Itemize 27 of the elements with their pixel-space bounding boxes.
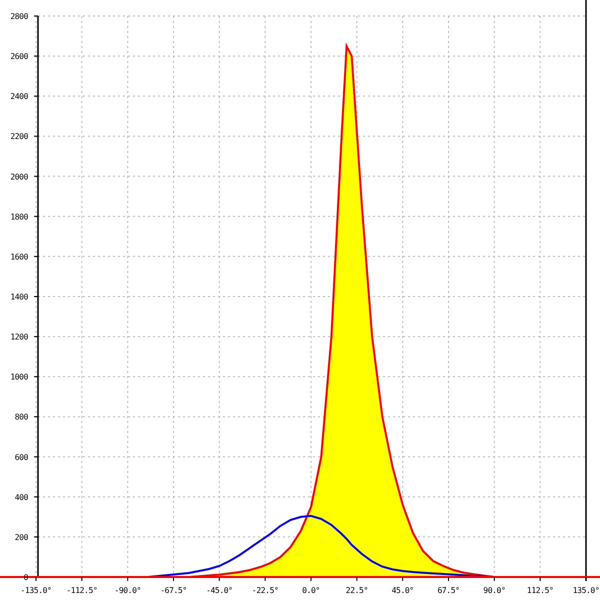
tick-label: 200 <box>14 532 28 542</box>
tick-label: 2800 <box>10 12 28 21</box>
tick-label: 1400 <box>10 292 28 302</box>
tick-label: 112.5° <box>526 586 554 595</box>
tick-label: 2000 <box>10 172 28 182</box>
tick-label: -112.5° <box>66 586 98 595</box>
tick-label: -67.5° <box>160 586 187 595</box>
tick-label: 0.0° <box>302 586 320 595</box>
tick-label: 400 <box>14 492 28 502</box>
tick-label: 1000 <box>10 372 28 382</box>
tick-label: 45.0° <box>392 586 414 595</box>
tick-label: 90.0° <box>483 586 506 595</box>
tick-label: 135.0° <box>572 586 600 595</box>
tick-label: -90.0° <box>114 586 141 595</box>
tick-label: 22.5° <box>346 586 368 595</box>
tick-label: -135.0° <box>20 586 52 595</box>
tick-label: 2600 <box>10 52 28 62</box>
tick-label: 1800 <box>10 212 28 222</box>
tick-label: 1600 <box>10 252 28 262</box>
tick-label: 1200 <box>10 332 28 342</box>
tick-label: -45.0° <box>206 586 233 595</box>
tick-label: 2400 <box>10 92 28 102</box>
tick-label: 800 <box>14 412 28 422</box>
tick-label: -22.5° <box>252 586 278 595</box>
tick-label: 67.5° <box>437 586 460 595</box>
tick-label: 600 <box>14 452 28 462</box>
tick-label: 2200 <box>10 132 28 142</box>
